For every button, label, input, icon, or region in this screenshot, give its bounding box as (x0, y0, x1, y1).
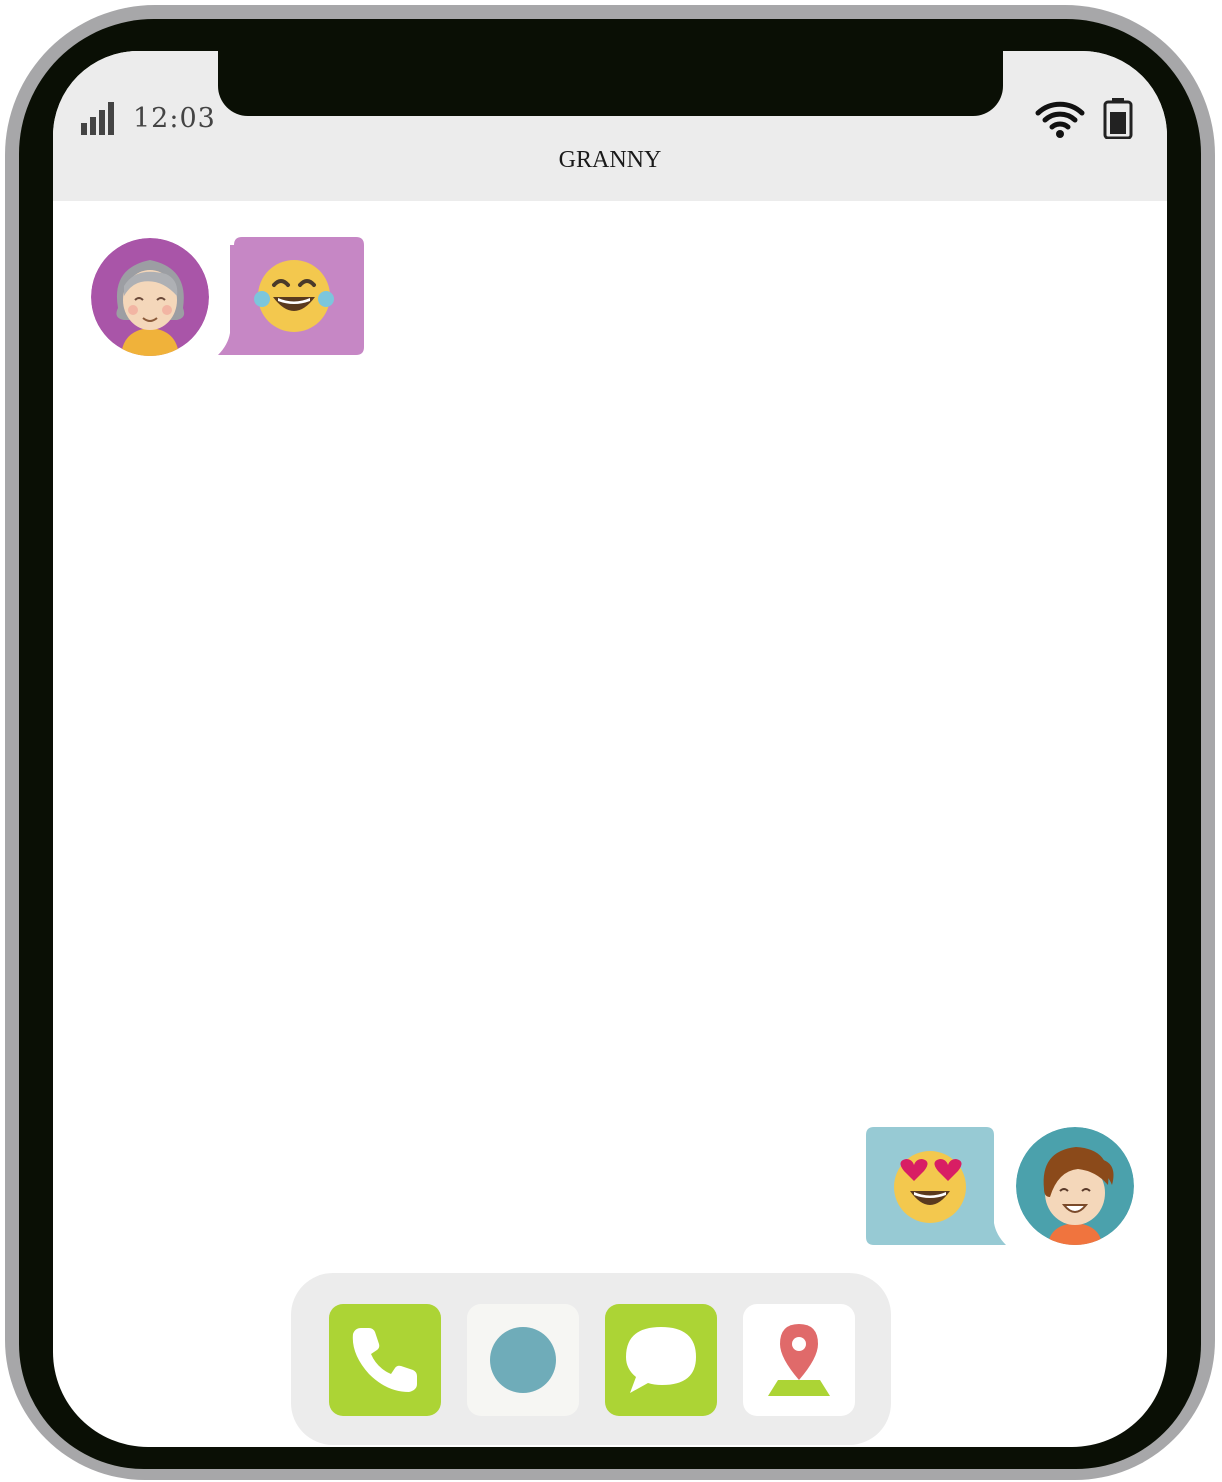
phone-screen: 12:03 GRANNY (53, 51, 1167, 1447)
battery-icon (1103, 98, 1133, 139)
signal-bars-icon (81, 102, 114, 135)
message-button[interactable] (605, 1304, 717, 1416)
grandmother-avatar[interactable] (91, 238, 209, 356)
outgoing-message-bubble[interactable] (866, 1127, 1006, 1245)
phone-button[interactable] (329, 1304, 441, 1416)
circle-icon (490, 1327, 556, 1393)
chat-bubble-icon (626, 1327, 696, 1393)
notch (218, 51, 1003, 116)
status-time: 12:03 (133, 103, 216, 134)
child-avatar[interactable] (1016, 1127, 1134, 1245)
conversation-title: GRANNY (558, 147, 662, 173)
incoming-message-bubble[interactable] (218, 237, 364, 357)
phone-frame: 12:03 GRANNY (5, 5, 1215, 1480)
wifi-icon (1035, 101, 1085, 138)
app-dock (291, 1273, 891, 1445)
record-button[interactable] (467, 1304, 579, 1416)
phone-bezel: 12:03 GRANNY (19, 19, 1201, 1469)
heart-eyes-emoji (894, 1151, 966, 1223)
phone-icon (352, 1328, 417, 1392)
map-pin-icon (768, 1324, 830, 1396)
location-button[interactable] (743, 1304, 855, 1416)
